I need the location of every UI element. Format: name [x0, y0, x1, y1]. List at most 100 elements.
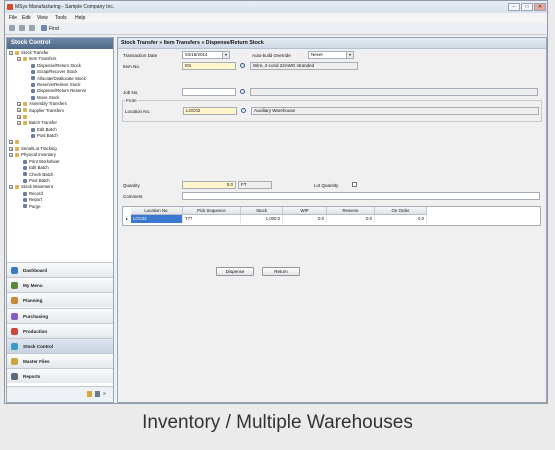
menu-edit[interactable]: Edit [22, 15, 31, 21]
auto-build-label: Auto-build Override [252, 53, 291, 58]
grid-header[interactable]: WIP [283, 207, 327, 215]
nav-production[interactable]: Production [7, 322, 113, 338]
grid-header[interactable]: On Order [375, 207, 427, 215]
grid-header[interactable]: Location No. [131, 207, 183, 215]
delete-icon[interactable] [29, 25, 35, 31]
tree-node-label: Assembly Transfers [29, 101, 67, 107]
grid-header[interactable]: Stock [241, 207, 283, 215]
tree-node[interactable]: Dispense/Return Reserve [31, 88, 86, 93]
location-search-icon[interactable] [241, 108, 246, 113]
auto-build-dropdown-icon[interactable]: ▾ [346, 52, 353, 58]
nav-purchasing[interactable]: Purchasing [7, 307, 113, 323]
tree-node[interactable]: Post Batch [23, 178, 50, 183]
nav-my-menu[interactable]: My Menu [7, 277, 113, 293]
job-no-field[interactable] [182, 88, 236, 96]
find-label[interactable]: Find [49, 26, 59, 32]
tree-expander[interactable]: − [9, 50, 13, 55]
grid-header[interactable]: Reserve [327, 207, 375, 215]
tree-expander[interactable]: + [17, 114, 21, 119]
grid-cell[interactable]: LOC02 [131, 215, 183, 223]
tree-expander[interactable]: − [9, 184, 13, 189]
tree-expander[interactable]: + [9, 140, 13, 145]
tree-node-label: Serial/Lot Tracking [21, 146, 57, 151]
tree-node[interactable]: Record [23, 191, 43, 196]
row-selector-icon[interactable]: ▸ [123, 215, 131, 223]
quantity-field[interactable]: 0.0 [182, 181, 236, 189]
tree-node[interactable]: Supplier Transfers [23, 108, 64, 113]
tree-node[interactable]: Move Stock [31, 95, 59, 100]
close-button[interactable]: ✕ [534, 3, 546, 11]
dispense-button[interactable]: Dispense [216, 267, 254, 276]
tree-node[interactable]: Scrap/Recover Stock [31, 69, 77, 74]
tree-node[interactable]: Report [23, 197, 42, 202]
menu-view[interactable]: View [37, 15, 48, 21]
tree-node[interactable]: Check Batch [23, 172, 53, 177]
tree-node[interactable]: Batch Transfer [23, 120, 57, 125]
tree-node[interactable]: Post Batch [31, 133, 58, 138]
lot-quantity-checkbox[interactable] [352, 182, 357, 187]
nav-label: Master Files [23, 359, 50, 365]
item-search-icon[interactable] [240, 63, 245, 68]
tree-node[interactable]: Edit Batch [31, 127, 57, 132]
tree-node[interactable]: Item Transfers [23, 56, 56, 61]
grid-header[interactable]: Pick Sequence [183, 207, 241, 215]
tree-node[interactable]: Edit Batch [23, 165, 49, 170]
tree-expander[interactable]: + [9, 146, 13, 151]
tree-expander[interactable]: + [17, 101, 21, 106]
user-icon[interactable] [87, 391, 92, 397]
maximize-button[interactable]: □ [521, 3, 533, 11]
toolbar: Find [5, 23, 547, 35]
job-search-icon[interactable] [240, 89, 245, 94]
save-icon[interactable] [9, 25, 15, 31]
task-icon [31, 127, 35, 132]
nav-label: Production [23, 328, 48, 334]
find-icon[interactable] [41, 25, 47, 31]
nav-label: My Menu [23, 283, 43, 289]
minimize-button[interactable]: – [508, 3, 520, 11]
nav-reports[interactable]: Reports [7, 368, 113, 384]
chevron-icon[interactable]: » [103, 391, 106, 397]
tree-node-label: Batch Transfer [29, 120, 57, 126]
grid-cell[interactable]: 0.0 [283, 215, 327, 223]
nav-dashboard[interactable]: Dashboard [7, 262, 113, 277]
settings-icon[interactable] [95, 391, 100, 397]
tree-node-label: Post Batch [37, 133, 58, 139]
tree-node[interactable]: Dispense/Return Stock [31, 63, 81, 68]
task-icon [23, 166, 27, 171]
grid-cell[interactable]: 1,000.0 [241, 215, 283, 223]
tree-node[interactable]: Physical Inventory [15, 152, 56, 157]
grid-cell[interactable]: 0.0 [375, 215, 427, 223]
nav-master-files[interactable]: Master Files [7, 353, 113, 369]
tree-node[interactable]: Allocate/Deallocate Stock [31, 76, 86, 81]
tree-node-label: Record [29, 190, 43, 196]
tree-expander[interactable]: − [17, 120, 21, 125]
transaction-date-label: Transaction Date [123, 53, 158, 58]
tree-node[interactable] [15, 140, 21, 145]
tree-node[interactable]: Stock Movement [15, 184, 53, 189]
date-dropdown-icon[interactable]: ▾ [222, 52, 229, 58]
return-button[interactable]: Return [262, 267, 300, 276]
item-no-field[interactable]: I01 [182, 62, 236, 70]
tree-expander[interactable]: + [17, 108, 21, 113]
menu-tools[interactable]: Tools [55, 15, 67, 21]
tree-expander[interactable]: − [9, 152, 13, 157]
tree-node[interactable]: Reserve/Relieve Stock [31, 82, 80, 87]
grid-cell[interactable]: 0.0 [327, 215, 375, 223]
task-icon [23, 204, 27, 209]
copy-icon[interactable] [19, 25, 25, 31]
tree-node[interactable]: Print Worksheet [23, 159, 60, 164]
tree-node[interactable]: Serial/Lot Tracking [15, 146, 57, 151]
tree-node[interactable]: Purge [23, 204, 40, 209]
nav-label: Reports [23, 374, 41, 380]
menu-help[interactable]: Help [75, 15, 85, 21]
nav-planning[interactable]: Planning [7, 292, 113, 308]
comment-field[interactable] [182, 192, 540, 200]
grid-cell[interactable]: T77 [183, 215, 241, 223]
location-no-field[interactable]: LOC02 [183, 107, 237, 115]
menu-file[interactable]: File [9, 15, 17, 21]
nav-stock-control[interactable]: Stock Control [7, 338, 113, 353]
tree-node[interactable] [23, 114, 29, 119]
tree-node[interactable]: Stock Transfer [15, 50, 49, 55]
tree-node[interactable]: Assembly Transfers [23, 101, 67, 106]
tree-expander[interactable]: − [17, 56, 21, 61]
